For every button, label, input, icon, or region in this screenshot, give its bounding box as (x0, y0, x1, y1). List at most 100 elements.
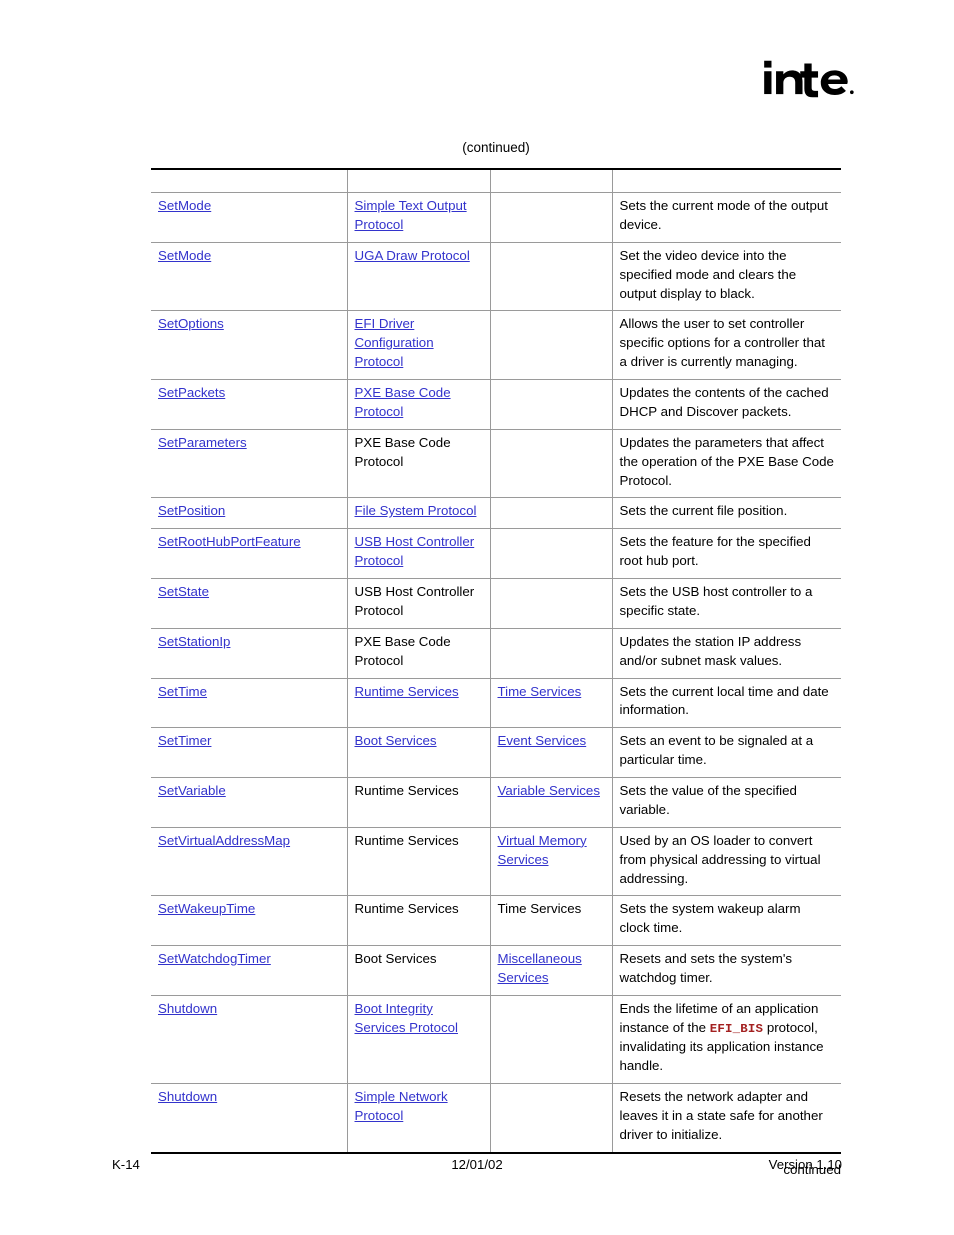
table-row: SetState USB Host Controller Protocol Set… (151, 578, 841, 629)
cell-subsection (490, 628, 613, 679)
table-row: SetWakeupTime Runtime Services Time Servic… (151, 895, 841, 947)
cell-location: UGA Draw Protocol (347, 242, 491, 312)
cell-subsection-link[interactable]: Variable Services (498, 783, 600, 798)
cell-location-link[interactable]: Runtime Services (355, 684, 459, 699)
cell-api-name-link[interactable]: SetTime (158, 684, 207, 699)
cell-description: Used by an OS loader to convert from phy… (612, 827, 841, 897)
cell-subsection-link[interactable]: Miscellaneous Services (498, 951, 582, 985)
cell-api-name: SetVariable (151, 777, 348, 828)
cell-api-name-link[interactable]: SetParameters (158, 435, 247, 450)
cell-api-name-link[interactable]: SetWatchdogTimer (158, 951, 271, 966)
footer-date: 12/01/02 (451, 1157, 503, 1172)
cell-description: Sets the value of the specified variable… (612, 777, 841, 828)
cell-api-name-link[interactable]: SetPackets (158, 385, 225, 400)
cell-subsection (490, 528, 613, 579)
cell-api-name: SetMode (151, 242, 348, 312)
cell-subsection-link[interactable]: Time Services (498, 684, 582, 699)
cell-api-name: SetStationIp (151, 628, 348, 679)
cell-location-link[interactable]: Simple Network Protocol (355, 1089, 448, 1123)
cell-api-name-link[interactable]: SetState (158, 584, 209, 599)
table-row: SetParameters PXE Base Code Protocol Upda… (151, 429, 841, 499)
cell-location: Runtime Services (347, 827, 491, 897)
cell-location: Boot Integrity Services Protocol (347, 995, 491, 1085)
cell-api-name-link[interactable]: SetMode (158, 248, 211, 263)
cell-api-name: SetRootHubPortFeature (151, 528, 348, 579)
cell-subsection-link[interactable]: Event Services (498, 733, 587, 748)
cell-location: Simple Network Protocol (347, 1083, 491, 1154)
header-cell-name (151, 168, 348, 193)
cell-location: EFI Driver Configuration Protocol (347, 310, 491, 380)
cell-api-name-link[interactable]: Shutdown (158, 1089, 217, 1104)
table-row: SetRootHubPortFeature USB Host Controller… (151, 528, 841, 579)
cell-api-name: SetPackets (151, 379, 348, 430)
cell-description: Sets the current file position. (612, 497, 841, 530)
cell-location-link[interactable]: Boot Services (355, 733, 437, 748)
cell-api-name-link[interactable]: SetRootHubPortFeature (158, 534, 301, 549)
cell-description: Sets the current mode of the output devi… (612, 192, 841, 243)
cell-api-name-link[interactable]: SetVirtualAddressMap (158, 833, 290, 848)
table-row: Shutdown Simple Network Protocol Resets t… (151, 1083, 841, 1154)
cell-api-name: SetTimer (151, 727, 348, 778)
cell-location-link[interactable]: Simple Text Output Protocol (355, 198, 467, 232)
cell-subsection: Virtual Memory Services (490, 827, 613, 897)
table-row: SetPackets PXE Base Code Protocol Updates… (151, 379, 841, 430)
intel-logo (762, 58, 854, 104)
cell-subsection (490, 578, 613, 629)
cell-location: Runtime Services (347, 678, 491, 729)
cell-location: USB Host Controller Protocol (347, 578, 491, 629)
cell-api-name-link[interactable]: SetOptions (158, 316, 224, 331)
cell-description: Sets the current local time and date inf… (612, 678, 841, 729)
cell-location-link[interactable]: PXE Base Code Protocol (355, 385, 451, 419)
cell-description: Updates the contents of the cached DHCP … (612, 379, 841, 430)
cell-subsection: Time Services (490, 678, 613, 729)
table-header-row (151, 168, 841, 193)
cell-description: Ends the lifetime of an application inst… (612, 995, 841, 1085)
cell-api-name-link[interactable]: SetStationIp (158, 634, 230, 649)
cell-api-name-link[interactable]: SetPosition (158, 503, 225, 518)
cell-subsection (490, 310, 613, 380)
api-table-body: SetMode Simple Text Output Protocol Sets … (151, 168, 841, 1154)
table-row: SetWatchdogTimer Boot Services Miscellaneo… (151, 945, 841, 996)
cell-api-name-link[interactable]: SetMode (158, 198, 211, 213)
cell-subsection (490, 497, 613, 530)
cell-location: Boot Services (347, 945, 491, 996)
cell-location: PXE Base Code Protocol (347, 628, 491, 679)
cell-subsection: Event Services (490, 727, 613, 778)
cell-description: Sets the feature for the specified root … (612, 528, 841, 579)
cell-location: USB Host Controller Protocol (347, 528, 491, 579)
cell-description: Updates the station IP address and/or su… (612, 628, 841, 679)
cell-subsection-link[interactable]: Virtual Memory Services (498, 833, 587, 867)
cell-description: Resets the network adapter and leaves it… (612, 1083, 841, 1154)
table-row: SetMode UGA Draw Protocol Set the video d… (151, 242, 841, 312)
cell-api-name: SetMode (151, 192, 348, 243)
cell-api-name-link[interactable]: SetVariable (158, 783, 226, 798)
cell-api-name-link[interactable]: SetTimer (158, 733, 211, 748)
cell-api-name-link[interactable]: Shutdown (158, 1001, 217, 1016)
cell-subsection: Variable Services (490, 777, 613, 828)
cell-location-link[interactable]: Boot Integrity Services Protocol (355, 1001, 458, 1035)
cell-description: Sets an event to be signaled at a partic… (612, 727, 841, 778)
table-row: SetOptions EFI Driver Configuration Proto… (151, 310, 841, 380)
table-row: SetStationIp PXE Base Code Protocol Updat… (151, 628, 841, 679)
cell-description: Sets the USB host controller to a specif… (612, 578, 841, 629)
cell-location-link[interactable]: File System Protocol (355, 503, 477, 518)
cell-subsection (490, 429, 613, 499)
api-table-wrapper: SetMode Simple Text Output Protocol Sets … (151, 168, 841, 1154)
table-row: SetVariable Runtime Services Variable Serv… (151, 777, 841, 828)
cell-api-name: Shutdown (151, 1083, 348, 1154)
cell-location: PXE Base Code Protocol (347, 379, 491, 430)
cell-subsection: Time Services (490, 895, 613, 947)
document-page: (continued) SetMode Simple Text Output Pr… (0, 0, 954, 1235)
cell-location-link[interactable]: EFI Driver Configuration Protocol (355, 316, 434, 369)
inline-code: EFI_BIS (709, 1021, 764, 1036)
cell-location-link[interactable]: UGA Draw Protocol (355, 248, 470, 263)
cell-api-name-link[interactable]: SetWakeupTime (158, 901, 255, 916)
table-row: SetVirtualAddressMap Runtime Services Virt… (151, 827, 841, 897)
table-row: SetMode Simple Text Output Protocol Sets … (151, 192, 841, 243)
cell-description: Sets the system wakeup alarm clock time. (612, 895, 841, 947)
cell-location: Runtime Services (347, 777, 491, 828)
cell-api-name: SetVirtualAddressMap (151, 827, 348, 897)
header-cell-description (612, 168, 841, 193)
cell-api-name: SetWakeupTime (151, 895, 348, 947)
cell-location-link[interactable]: USB Host Controller Protocol (355, 534, 475, 568)
